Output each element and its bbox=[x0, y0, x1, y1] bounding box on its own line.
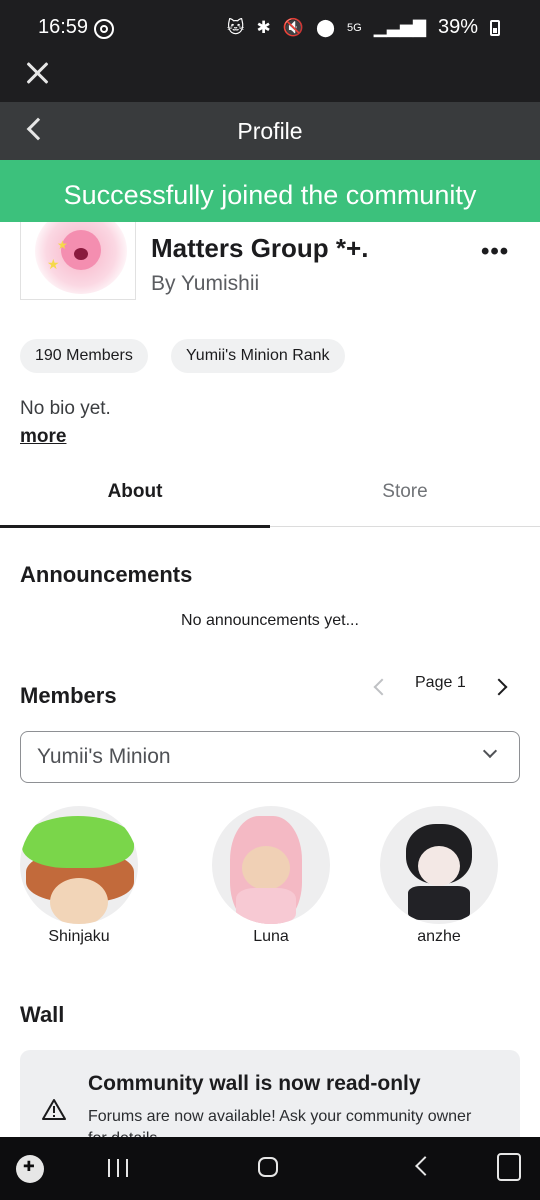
close-icon[interactable] bbox=[24, 60, 50, 86]
tab-about[interactable]: About bbox=[0, 481, 270, 503]
more-icon[interactable]: ••• bbox=[481, 238, 509, 266]
warning-icon bbox=[42, 1098, 66, 1120]
member-card[interactable]: Luna bbox=[212, 806, 330, 946]
game-launcher-icon[interactable] bbox=[16, 1155, 44, 1183]
member-name: anzhe bbox=[417, 928, 461, 945]
page-label: Page 1 bbox=[415, 674, 466, 691]
role-select-value: Yumii's Minion bbox=[37, 745, 171, 768]
signal-icon: ▁▃▅▇ bbox=[373, 17, 426, 37]
battery-icon bbox=[490, 19, 500, 36]
toast-message: Successfully joined the community bbox=[63, 180, 477, 210]
chevron-right-icon[interactable] bbox=[490, 678, 508, 696]
battery-percent: 39% bbox=[437, 16, 478, 38]
app-header: Profile bbox=[0, 102, 540, 160]
group-bio: No bio yet. bbox=[20, 398, 111, 419]
cat-icon: 🐱 bbox=[226, 17, 245, 37]
avatar bbox=[380, 806, 498, 924]
tab-divider bbox=[270, 526, 540, 527]
group-owner[interactable]: By Yumishii bbox=[151, 272, 259, 296]
wall-readonly-banner: Community wall is now read-only Forums a… bbox=[20, 1050, 520, 1150]
announcements-empty: No announcements yet... bbox=[181, 612, 359, 629]
members-title: Members bbox=[20, 683, 117, 708]
tab-store[interactable]: Store bbox=[270, 481, 540, 503]
nav-back-icon[interactable] bbox=[415, 1156, 435, 1176]
chevron-down-icon bbox=[482, 743, 498, 759]
group-icon-mouth bbox=[74, 248, 88, 260]
avatar bbox=[212, 806, 330, 924]
status-time: 16:59 bbox=[38, 16, 89, 38]
hotspot-icon bbox=[94, 19, 114, 39]
location-icon: ⬤ bbox=[315, 17, 335, 37]
home-icon[interactable] bbox=[258, 1157, 278, 1177]
tab-active-indicator bbox=[0, 525, 270, 528]
mute-icon: 🔇 bbox=[282, 17, 304, 37]
wall-banner-title: Community wall is now read-only bbox=[88, 1072, 421, 1095]
keyboard-toggle-icon[interactable] bbox=[497, 1153, 521, 1181]
status-icons: 🐱 ✱ 🔇 ⬤ 5G ▁▃▅▇ 39% bbox=[227, 16, 500, 39]
member-card[interactable]: Shinjaku bbox=[20, 806, 138, 946]
page-title: Profile bbox=[237, 118, 303, 144]
browser-close-bar bbox=[0, 52, 540, 102]
member-name: Shinjaku bbox=[48, 928, 110, 945]
success-toast: Successfully joined the community bbox=[0, 160, 540, 222]
member-card[interactable]: anzhe bbox=[380, 806, 498, 946]
announcements-title: Announcements bbox=[20, 562, 193, 587]
recent-apps-icon[interactable] bbox=[108, 1159, 128, 1177]
group-name: Matters Group *+. bbox=[151, 233, 369, 263]
star-icon: ★ bbox=[57, 238, 68, 252]
avatar bbox=[20, 806, 138, 924]
role-select[interactable]: Yumii's Minion bbox=[20, 731, 520, 783]
rank-chip: Yumii's Minion Rank bbox=[171, 339, 345, 373]
members-count-chip: 190 Members bbox=[20, 339, 148, 373]
system-nav-bar bbox=[0, 1137, 540, 1200]
star-icon: ★ bbox=[47, 256, 60, 272]
chevron-left-icon[interactable] bbox=[373, 678, 391, 696]
network-label: 5G bbox=[346, 21, 362, 34]
wall-title: Wall bbox=[20, 1002, 65, 1027]
more-link[interactable]: more bbox=[20, 426, 66, 448]
status-bar: 16:59 🐱 ✱ 🔇 ⬤ 5G ▁▃▅▇ 39% bbox=[0, 0, 540, 52]
member-name: Luna bbox=[253, 928, 289, 945]
bluetooth-icon: ✱ bbox=[256, 17, 271, 37]
